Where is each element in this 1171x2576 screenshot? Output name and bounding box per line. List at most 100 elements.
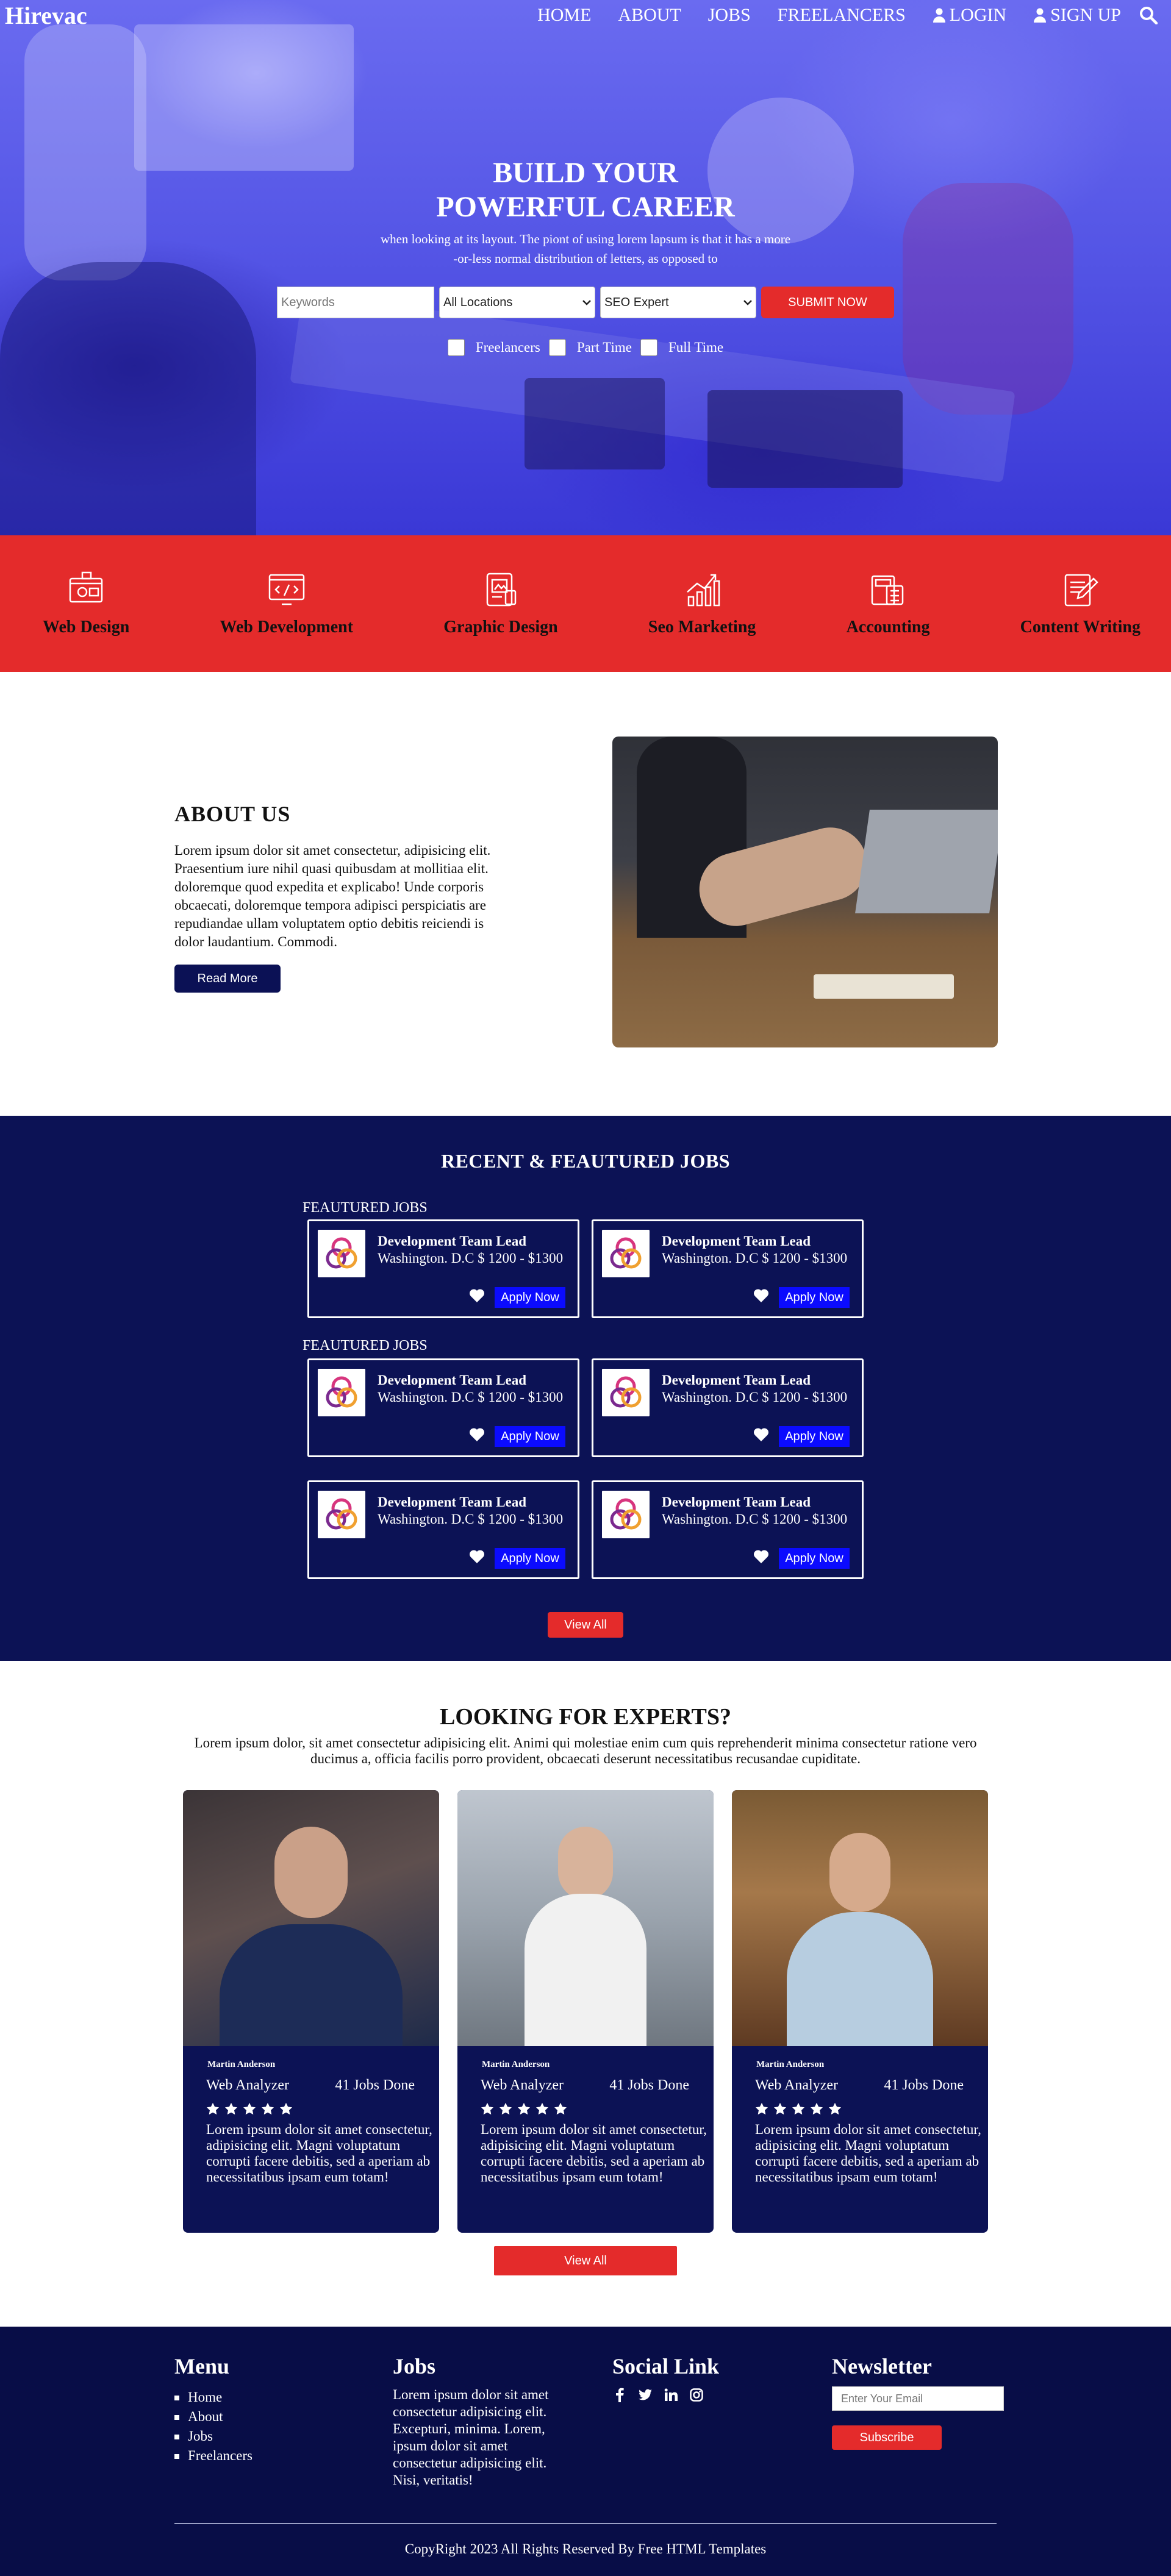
heart-icon[interactable] [469,1427,485,1442]
expert-photo-face [829,1833,890,1912]
full-time-checkbox[interactable] [640,339,657,356]
filter-part-time-label: Part Time [576,340,632,355]
view-all-jobs-button[interactable]: View All [548,1612,623,1638]
category-select[interactable]: SEO Expert [600,287,756,318]
instagram-icon[interactable] [689,2388,704,2402]
nav-freelancers[interactable]: FREELANCERS [778,5,906,26]
heart-icon[interactable] [753,1427,769,1442]
apply-now-button[interactable]: Apply Now [779,1287,850,1308]
linkedin-icon[interactable] [664,2388,678,2402]
footer-menu: Menu Home About Jobs Freelancers [174,2353,252,2466]
job-card[interactable]: Development Team Lead Washington. D.C $ … [592,1219,864,1318]
heart-icon[interactable] [753,1549,769,1564]
nav-signup[interactable]: SIGN UP [1033,5,1121,26]
expert-photo-blouse [525,1894,646,2046]
job-meta: Washington. D.C $ 1200 - $1300 [378,1511,564,1527]
star-icon [206,2102,220,2115]
nav-about[interactable]: ABOUT [618,5,681,26]
filter-freelancers[interactable]: Freelancers [447,339,540,356]
expert-role: Web Analyzer [755,2077,839,2093]
category-web-design[interactable]: Web Design [43,570,129,637]
job-card[interactable]: Development Team Lead Washington. D.C $ … [307,1358,579,1457]
freelancers-checkbox[interactable] [447,339,465,356]
expert-card[interactable]: Martin Anderson Web Analyzer 41 Jobs Don… [183,1790,439,2233]
nav-home-label: HOME [537,5,592,25]
heart-icon[interactable] [469,1549,485,1564]
location-select[interactable]: All Locations [439,287,595,318]
about-image [612,737,998,1047]
subscribe-button[interactable]: Subscribe [832,2425,942,2450]
expert-role: Web Analyzer [206,2077,290,2093]
star-rating [481,2102,714,2116]
expert-photo [457,1790,714,2046]
category-seo-marketing[interactable]: Seo Marketing [648,570,756,637]
expert-bio: Lorem ipsum dolor sit amet consectetur, … [755,2122,981,2185]
facebook-icon[interactable] [612,2388,627,2402]
hero-title-line2: POWERFUL CAREER [436,191,735,223]
about-image-laptop [855,810,998,913]
seo-marketing-icon [687,574,720,607]
star-rating [206,2102,439,2116]
job-title: Development Team Lead [378,1494,527,1510]
hero-title-line1: BUILD YOUR [493,157,678,189]
nav-jobs[interactable]: JOBS [708,5,751,26]
filter-part-time[interactable]: Part Time [548,339,632,356]
expert-photo [183,1790,439,2046]
nav-home[interactable]: HOME [537,5,591,26]
filter-full-time[interactable]: Full Time [640,339,723,356]
read-more-button[interactable]: Read More [174,965,281,993]
footer-link-jobs[interactable]: Jobs [174,2427,252,2446]
apply-now-button[interactable]: Apply Now [495,1548,565,1569]
category-label: Content Writing [1020,618,1141,637]
expert-stats: Web Analyzer 41 Jobs Done [206,2077,415,2094]
job-type-filters: Freelancers Part Time Full Time [0,339,1171,356]
twitter-icon[interactable] [638,2388,653,2402]
expert-card[interactable]: Martin Anderson Web Analyzer 41 Jobs Don… [732,1790,988,2233]
expert-photo-jacket [787,1912,933,2046]
newsletter-email-input[interactable] [832,2386,1004,2411]
category-content-writing[interactable]: Content Writing [1020,570,1141,637]
heart-icon[interactable] [469,1288,485,1303]
submit-now-button[interactable]: SUBMIT NOW [761,287,894,318]
nav-freelancers-label: FREELANCERS [777,5,906,25]
footer-social-title: Social Link [612,2354,720,2378]
nav-links: HOME ABOUT JOBS FREELANCERS LOGIN SIGN U… [537,5,1121,26]
expert-bio: Lorem ipsum dolor sit amet consectetur, … [481,2122,707,2185]
footer-link-freelancers[interactable]: Freelancers [174,2446,252,2466]
apply-now-button[interactable]: Apply Now [779,1548,850,1569]
apply-now-button[interactable]: Apply Now [779,1426,850,1447]
expert-card[interactable]: Martin Anderson Web Analyzer 41 Jobs Don… [457,1790,714,2233]
footer-menu-list: Home About Jobs Freelancers [174,2388,252,2466]
category-web-development[interactable]: Web Development [220,570,354,637]
part-time-checkbox[interactable] [548,339,566,356]
expert-name: Martin Anderson [482,2060,550,2069]
nav-login[interactable]: LOGIN [933,5,1006,26]
apply-now-button[interactable]: Apply Now [495,1287,565,1308]
job-card[interactable]: Development Team Lead Washington. D.C $ … [592,1358,864,1457]
job-card[interactable]: Development Team Lead Washington. D.C $ … [307,1480,579,1579]
category-label: Web Development [220,618,354,637]
expert-photo-face [558,1827,613,1900]
footer-jobs-text: Lorem ipsum dolor sit amet consectetur a… [393,2387,549,2488]
brand-logo[interactable]: Hirevac [5,1,87,30]
about-image-notebook [814,974,954,999]
recent-jobs-section: RECENT & FEAUTURED JOBS FEAUTURED JOBS F… [0,1116,1171,1661]
footer-link-about[interactable]: About [174,2407,252,2427]
heart-icon[interactable] [753,1288,769,1303]
keyword-input[interactable] [277,287,434,318]
footer-social: Social Link [612,2353,719,2402]
hero-subtitle-line1: when looking at its layout. The piont of… [380,232,791,246]
apply-now-button[interactable]: Apply Now [495,1426,565,1447]
search-icon[interactable] [1139,6,1158,24]
footer-link-home[interactable]: Home [174,2388,252,2407]
job-card[interactable]: Development Team Lead Washington. D.C $ … [307,1219,579,1318]
star-icon [755,2102,768,2115]
expert-photo-suit [220,1924,403,2046]
location-select-value: All Locations [443,295,513,309]
job-card[interactable]: Development Team Lead Washington. D.C $ … [592,1480,864,1579]
social-icons [612,2388,719,2402]
about-body: Lorem ipsum dolor sit amet consectetur, … [174,843,491,949]
category-accounting[interactable]: Accounting [847,570,929,637]
category-graphic-design[interactable]: Graphic Design [443,570,558,637]
view-all-experts-button[interactable]: View All [494,2246,677,2275]
